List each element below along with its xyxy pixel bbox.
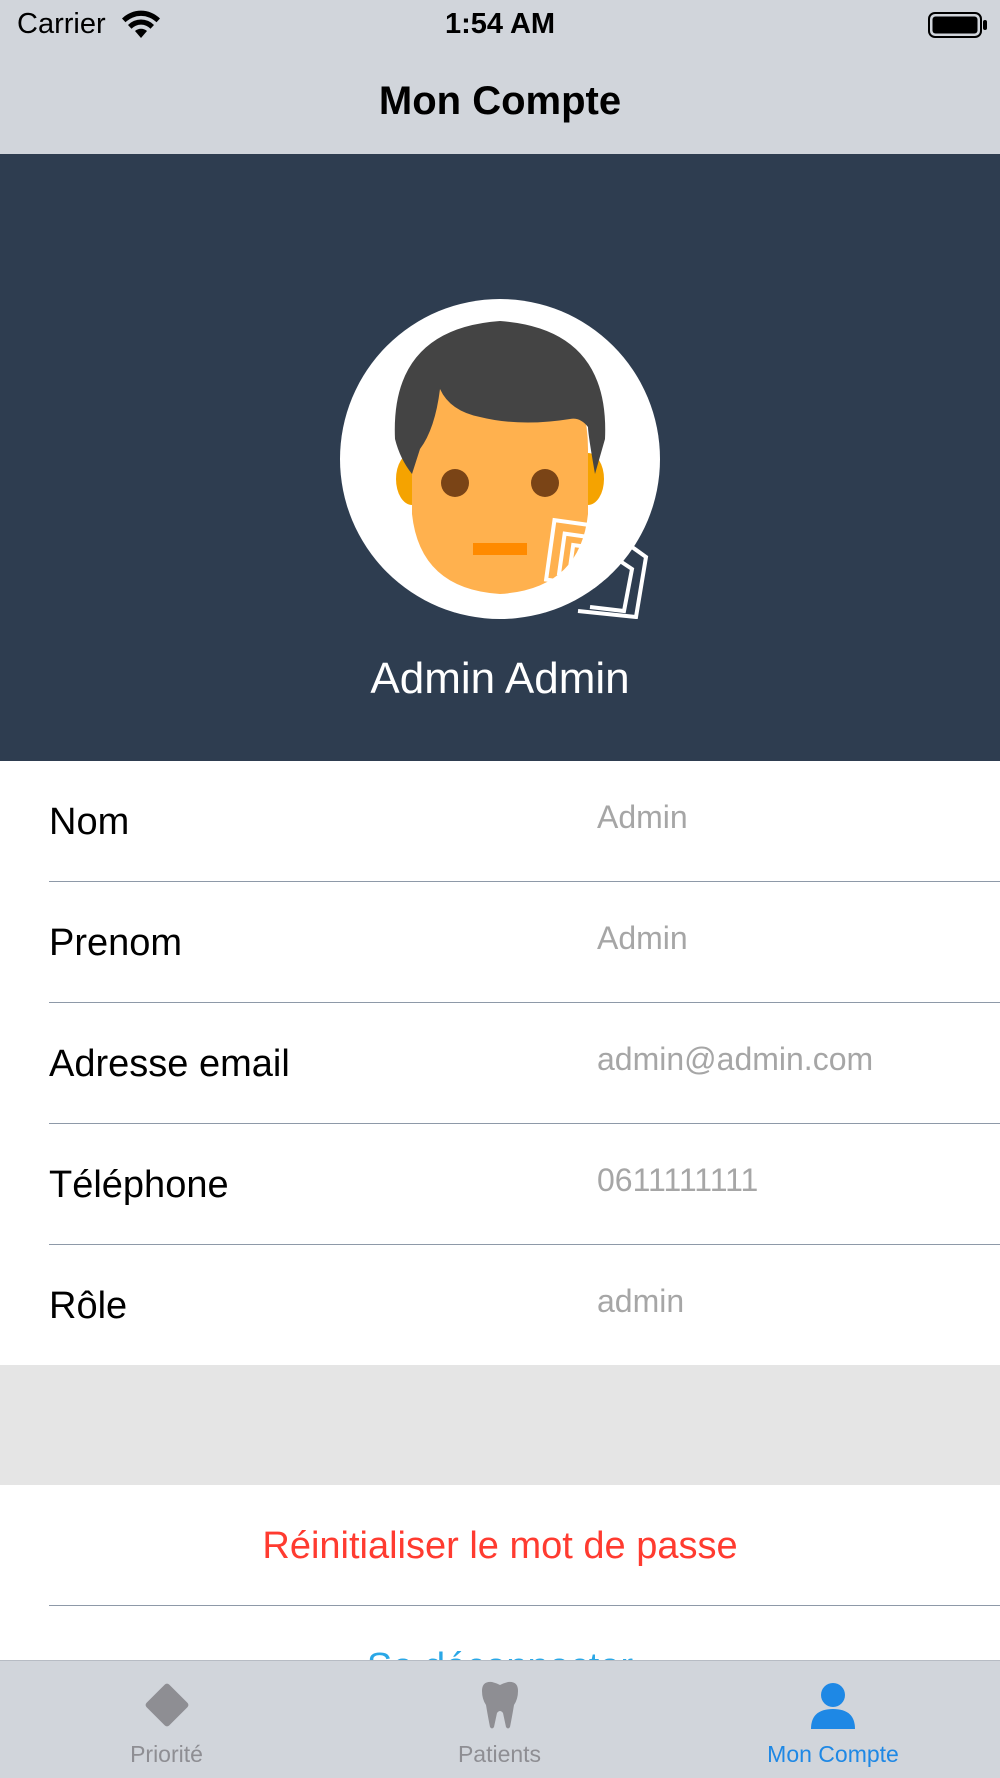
tab-label: Patients	[457, 1741, 542, 1767]
info-value: 0611111111	[597, 1162, 759, 1198]
info-value: Admin	[597, 799, 688, 835]
logout-button[interactable]: Se déconnecter	[0, 1606, 1000, 1660]
tab-bar: Priorité Patients Mon Compte	[0, 1660, 1000, 1778]
tab-label: Priorité	[130, 1741, 203, 1767]
tab-mon-compte[interactable]: Mon Compte	[666, 1661, 1000, 1778]
status-time: 1:54 AM	[444, 8, 556, 40]
info-row-telephone: Téléphone 0611111111	[0, 1124, 1000, 1245]
info-row-role: Rôle admin	[0, 1245, 1000, 1366]
tooth-icon	[481, 1681, 518, 1729]
navigation-bar: Mon Compte	[0, 52, 1000, 154]
info-value: Admin	[597, 920, 688, 956]
male-avatar-icon[interactable]	[340, 299, 660, 619]
info-row-prenom: Prenom Admin	[0, 882, 1000, 1003]
page-title: Mon Compte	[378, 79, 622, 123]
info-row-nom: Nom Admin	[0, 761, 1000, 882]
info-label: Adresse email	[49, 1043, 290, 1085]
reset-password-label: Réinitialiser le mot de passe	[262, 1525, 738, 1567]
tab-label: Mon Compte	[767, 1741, 899, 1767]
account-info-list: Nom Admin Prenom Admin Adresse email adm…	[0, 761, 1000, 1365]
section-spacer	[0, 1365, 1000, 1485]
info-value: admin@admin.com	[597, 1041, 874, 1077]
info-row-email: Adresse email admin@admin.com	[0, 1003, 1000, 1124]
info-label: Nom	[49, 801, 130, 843]
diamond-icon	[145, 1683, 188, 1727]
info-label: Prenom	[49, 922, 183, 964]
profile-name: Admin Admin	[370, 654, 630, 703]
tab-patients[interactable]: Patients	[333, 1661, 666, 1778]
battery-icon	[928, 12, 987, 38]
account-actions: Réinitialiser le mot de passe Se déconne…	[0, 1485, 1000, 1660]
info-value: admin	[597, 1283, 685, 1319]
info-label: Rôle	[49, 1285, 128, 1327]
info-label: Téléphone	[49, 1164, 229, 1206]
reset-password-button[interactable]: Réinitialiser le mot de passe	[0, 1485, 1000, 1606]
tab-priorite[interactable]: Priorité	[0, 1661, 333, 1778]
profile-header: Admin Admin	[0, 154, 1000, 761]
status-bar: Carrier 1:54 AM	[0, 0, 1000, 52]
person-icon	[811, 1683, 855, 1729]
logout-label: Se déconnecter	[0, 1646, 1000, 1660]
